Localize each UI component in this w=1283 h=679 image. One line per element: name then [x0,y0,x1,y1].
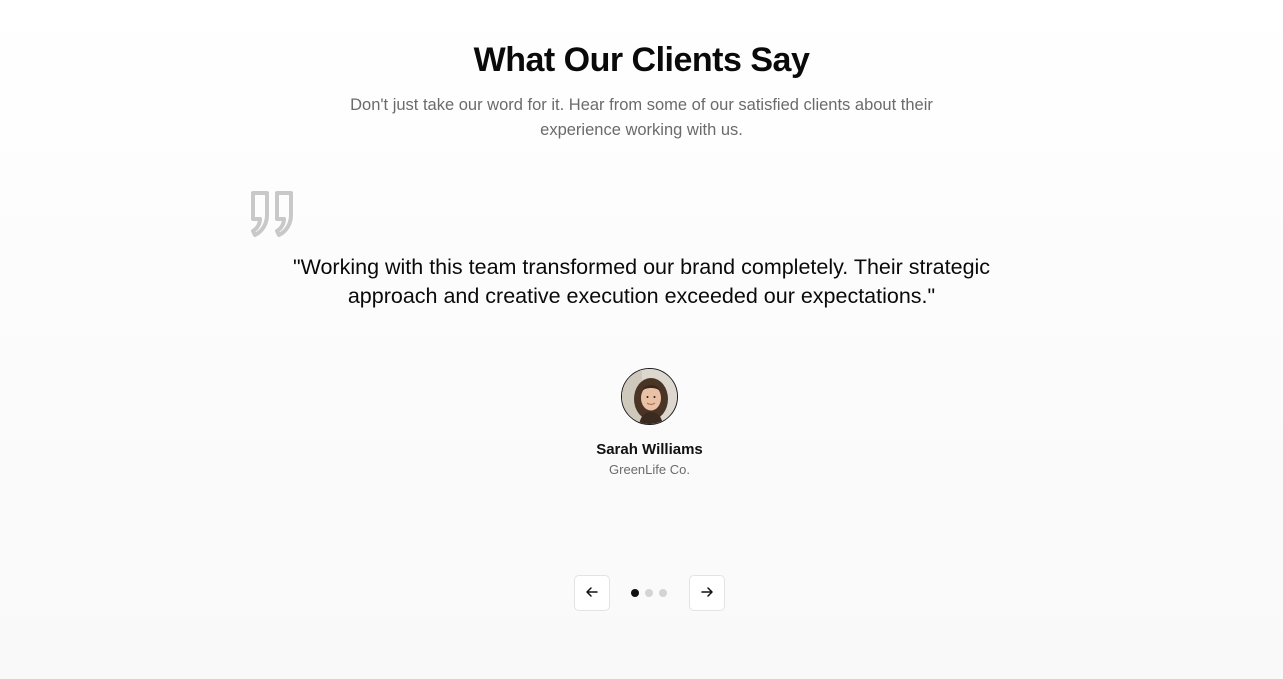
carousel-dot-2[interactable] [645,589,653,597]
quote-mark-icon [249,189,297,237]
carousel-dots [631,589,667,597]
avatar [621,368,678,425]
author-company: GreenLife Co. [609,462,690,477]
arrow-left-icon [585,585,599,602]
section-subtitle: Don't just take our word for it. Hear fr… [350,96,933,139]
arrow-right-icon [700,585,714,602]
testimonial-quote: "Working with this team transformed our … [292,255,991,308]
next-testimonial-button[interactable] [689,575,725,611]
carousel-dot-1[interactable] [631,589,639,597]
carousel-dot-3[interactable] [659,589,667,597]
author-name: Sarah Williams [596,441,703,458]
testimonials-section: What Our Clients Say Don't just take our… [0,0,1283,679]
section-title: What Our Clients Say [473,41,810,79]
previous-testimonial-button[interactable] [574,575,610,611]
